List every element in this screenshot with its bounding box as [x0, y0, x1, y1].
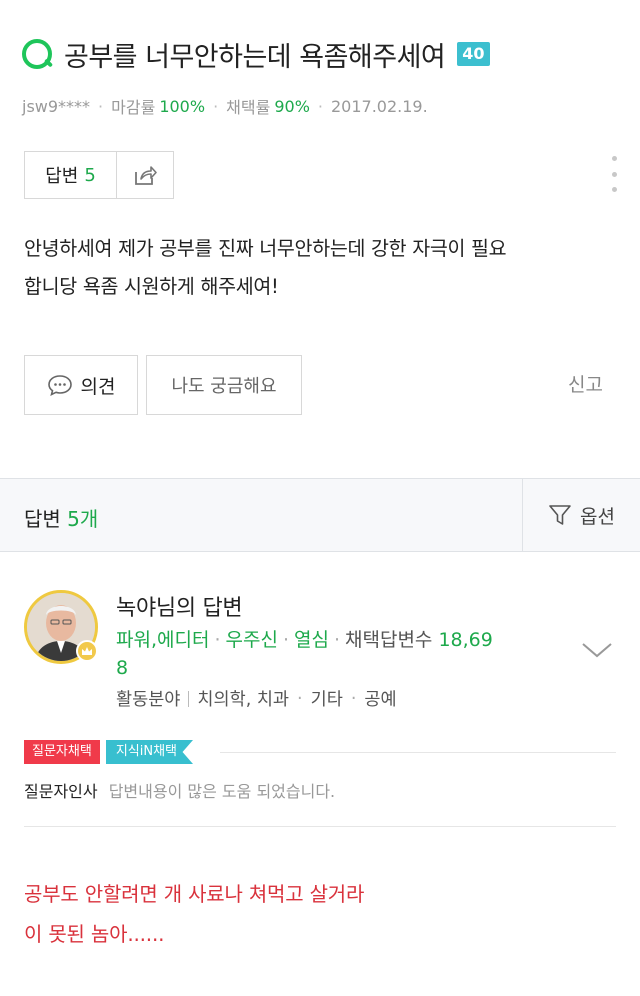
answers-button-label: 답변	[45, 166, 79, 187]
question-body-line: 안녕하세여 제가 공부를 진짜 너무안하는데 강한 자극이 필요	[24, 237, 507, 260]
adoption-badges: 질문자채택 지식iN채택	[24, 740, 193, 764]
activity-field[interactable]: 치의학, 치과	[197, 686, 289, 711]
thanks-label: 질문자인사	[24, 782, 98, 801]
adopt-rate-label: 채택률	[226, 98, 271, 117]
adopted-answers-count: 18,69	[438, 629, 493, 651]
rank-badge: 파워,에디터	[116, 629, 210, 651]
options-filter-button[interactable]: 옵션	[522, 479, 640, 551]
answers-section-header: 답변 5개 옵션	[0, 478, 640, 552]
answers-count-button[interactable]: 답변 5	[25, 152, 117, 198]
answerer-name[interactable]: 녹야님의 답변	[116, 590, 243, 622]
question-body-line: 합니당 욕좀 시원하게 해주세여!	[24, 275, 279, 298]
me-too-curious-button[interactable]: 나도 궁금해요	[146, 355, 302, 415]
filter-icon	[549, 505, 571, 525]
answers-label-text: 답변	[24, 507, 61, 531]
answer-body-line: 이 못된 놈아......	[24, 922, 165, 946]
adopt-rate-value: 90%	[274, 96, 310, 116]
adopted-answers-label: 채택답변수	[345, 629, 433, 651]
question-body: 안녕하세여 제가 공부를 진짜 너무안하는데 강한 자극이 필요 합니당 욕좀 …	[24, 230, 620, 306]
curious-label: 나도 궁금해요	[171, 376, 277, 397]
more-options-icon[interactable]	[606, 156, 622, 192]
answerer-stats: 파워,에디터 · 우주신 · 열심 · 채택답변수 18,69 8	[116, 629, 493, 679]
opinion-button[interactable]: 의견	[24, 355, 138, 415]
speech-bubble-icon	[47, 375, 72, 396]
answer-body-line: 공부도 안할려면 개 사료나 쳐먹고 살거라	[24, 882, 365, 906]
answers-button-count: 5	[84, 164, 96, 186]
rank-badge: 우주신	[225, 629, 278, 651]
q-icon	[22, 39, 52, 69]
answer-body: 공부도 안할려면 개 사료나 쳐먹고 살거라 이 못된 놈아......	[24, 874, 364, 954]
badge-divider	[220, 752, 616, 753]
activity-label: 활동분야	[116, 690, 181, 710]
rank-badge: 열심	[294, 629, 329, 651]
questioner-thanks: 질문자인사 답변내용이 많은 도움 되었습니다.	[24, 778, 335, 802]
opinion-label: 의견	[80, 375, 116, 398]
answers-label-count: 5개	[67, 507, 99, 531]
chevron-down-icon[interactable]	[580, 640, 614, 660]
activity-field[interactable]: 기타	[311, 686, 343, 711]
thanks-text: 답변내용이 많은 도움 되었습니다.	[108, 782, 336, 801]
divider	[24, 826, 616, 827]
options-label: 옵션	[580, 505, 615, 528]
report-link[interactable]: 신고	[568, 370, 603, 397]
question-meta: jsw9**** · 마감률 100% · 채택률 90% · 2017.02.…	[22, 94, 428, 118]
share-icon	[135, 166, 157, 185]
question-date: 2017.02.19.	[330, 96, 428, 116]
jisikin-adopted-badge: 지식iN채택	[105, 740, 193, 764]
activity-field[interactable]: 공예	[364, 686, 396, 711]
share-button[interactable]	[117, 152, 173, 198]
author-id[interactable]: jsw9****	[22, 97, 90, 116]
adopted-answers-count-cont: 8	[116, 657, 129, 679]
close-rate-value: 100%	[159, 96, 206, 116]
crown-icon	[76, 640, 98, 662]
questioner-adopted-badge: 질문자채택	[24, 740, 100, 764]
answers-count-label: 답변 5개	[24, 503, 98, 532]
question-toolbar: 답변 5	[24, 151, 174, 199]
close-rate-label: 마감률	[111, 98, 156, 117]
activity-fields: 활동분야 치의학, 치과 · 기타 · 공예	[116, 686, 397, 711]
question-header: 공부를 너무안하는데 욕좀해주세여 40	[22, 34, 622, 74]
question-title: 공부를 너무안하는데 욕좀해주세여	[64, 41, 446, 73]
points-badge: 40	[457, 42, 490, 66]
